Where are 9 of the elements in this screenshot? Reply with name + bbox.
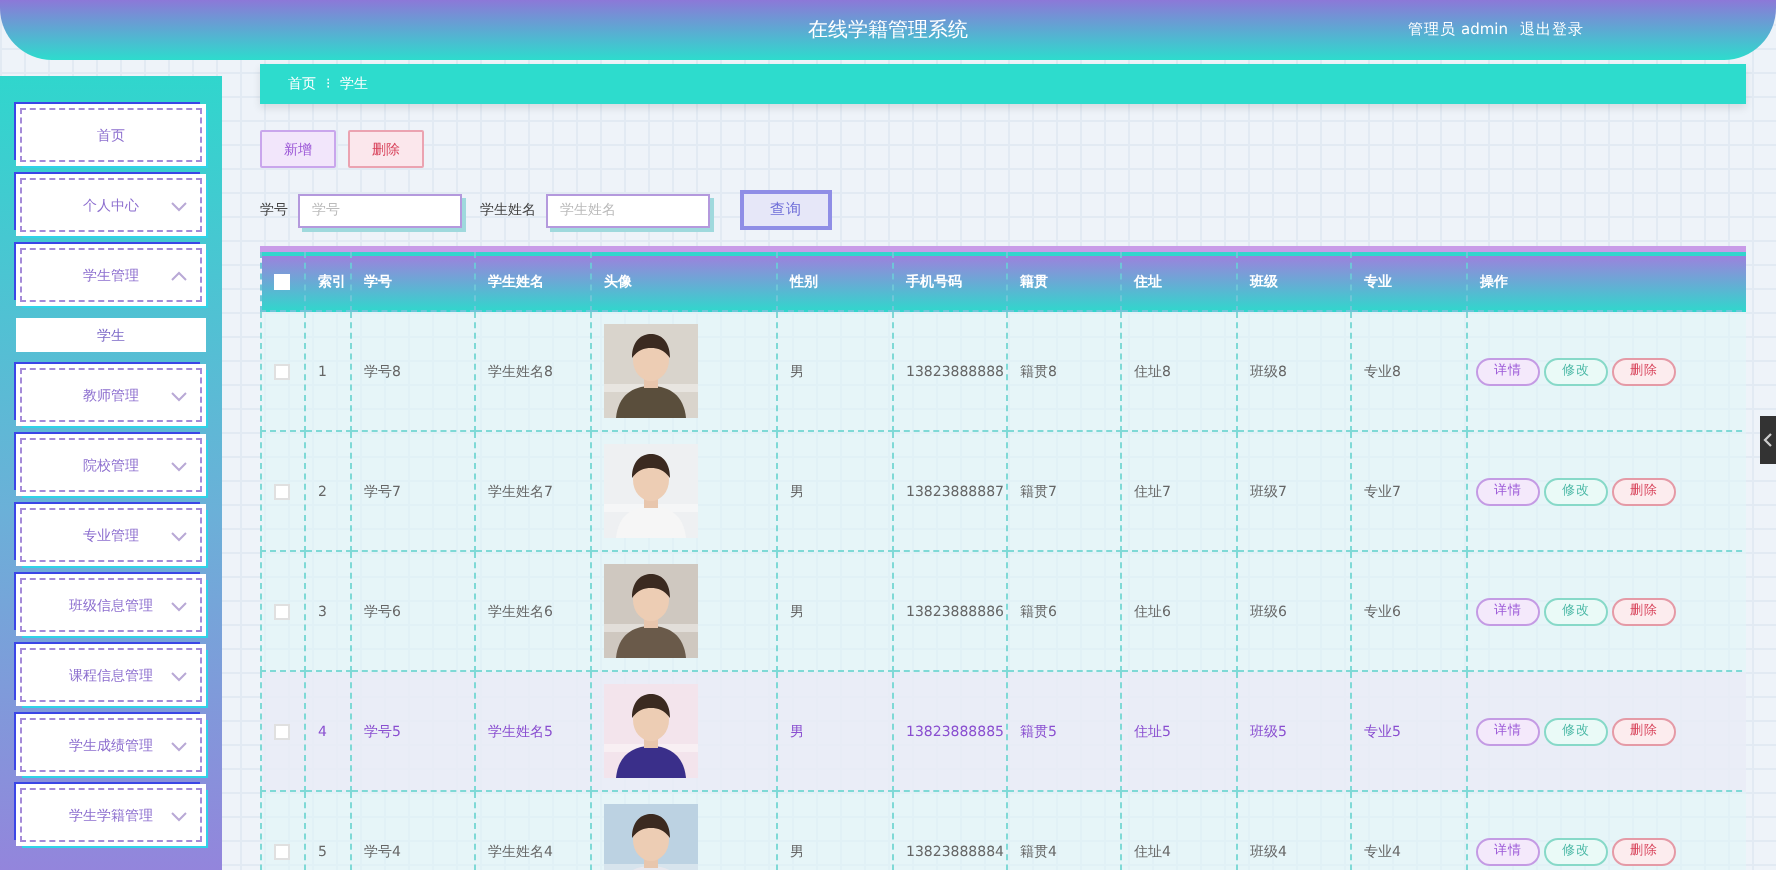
select-all-checkbox[interactable] — [274, 273, 290, 290]
chevron-left-icon — [1762, 432, 1774, 448]
side-handle[interactable] — [1760, 416, 1776, 464]
row-checkbox[interactable] — [274, 363, 290, 380]
row-checkbox[interactable] — [274, 483, 290, 500]
row-checkbox[interactable] — [274, 603, 290, 620]
row-checkbox[interactable] — [274, 843, 290, 860]
app-title: 在线学籍管理系统 — [808, 17, 968, 44]
row-checkbox[interactable] — [274, 723, 290, 740]
